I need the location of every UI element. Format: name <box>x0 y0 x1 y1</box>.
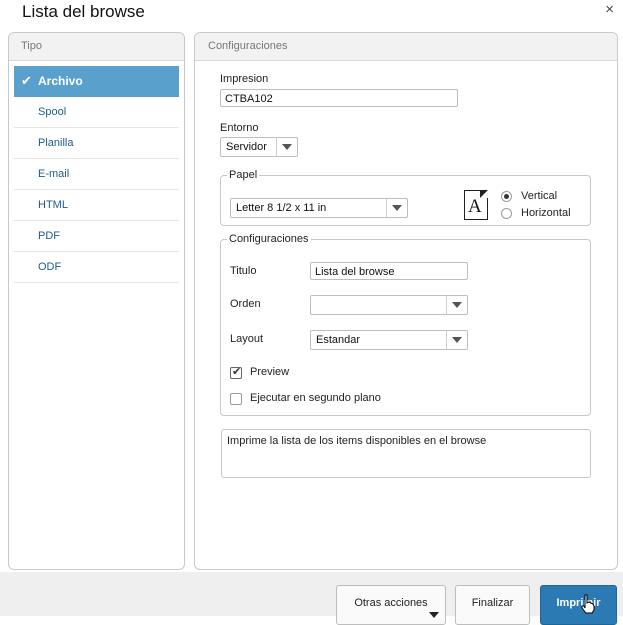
configuraciones-legend: Configuraciones <box>229 233 309 245</box>
preview-label: Preview <box>250 366 290 378</box>
preview-checkbox[interactable] <box>230 365 242 379</box>
vertical-radio[interactable] <box>501 191 512 202</box>
impresion-label: Impresion <box>220 73 269 85</box>
papel-group: Papel Letter 8 1/2 x 11 in A Vertical Ho… <box>220 169 591 226</box>
entorno-label: Entorno <box>220 122 259 134</box>
finalizar-label: Finalizar <box>471 597 514 609</box>
chevron-down-icon[interactable] <box>446 331 467 349</box>
chevron-down-icon[interactable] <box>386 199 407 217</box>
chevron-down-icon[interactable] <box>446 296 467 314</box>
segundo-plano-label: Ejecutar en segundo plano <box>250 392 381 404</box>
type-list: ✔ Archivo Spool Planilla E-mail HTML PDF… <box>9 66 184 283</box>
paper-size-value: Letter 8 1/2 x 11 in <box>236 202 327 214</box>
dialog-footer: Otras acciones Finalizar Imprimir <box>0 572 623 625</box>
type-item-label: Planilla <box>38 137 74 149</box>
horizontal-label: Horizontal <box>521 207 571 219</box>
chevron-down-icon <box>429 612 439 618</box>
horizontal-radio[interactable] <box>501 208 512 219</box>
paper-icon-letter: A <box>468 196 482 217</box>
otras-acciones-button[interactable]: Otras acciones <box>336 585 446 625</box>
type-item-label: ODF <box>38 261 62 273</box>
impresion-input[interactable]: CTBA102 <box>220 89 458 107</box>
type-panel: Tipo ✔ Archivo Spool Planilla E-mail HTM… <box>8 32 185 570</box>
type-item-label: PDF <box>38 230 60 242</box>
description-box: Imprime la lista de los items disponible… <box>221 429 591 478</box>
type-item-label: Archivo <box>38 74 83 88</box>
window-titlebar: Lista del browse × <box>0 0 623 30</box>
configuraciones-group: Configuraciones Titulo Lista del browse … <box>220 233 591 416</box>
entorno-select[interactable]: Servidor <box>220 137 298 157</box>
close-icon[interactable]: × <box>605 1 614 18</box>
type-item-odf[interactable]: ODF <box>14 252 179 283</box>
layout-select[interactable]: Estandar <box>310 330 468 350</box>
type-item-email[interactable]: E-mail <box>14 159 179 190</box>
entorno-select-value: Servidor <box>226 141 267 153</box>
type-item-archivo[interactable]: ✔ Archivo <box>14 66 179 97</box>
hand-cursor-icon <box>581 594 595 614</box>
papel-legend: Papel <box>229 169 258 181</box>
orden-select[interactable] <box>310 295 468 315</box>
layout-select-value: Estandar <box>316 334 361 346</box>
config-panel: Configuraciones Impresion CTBA102 Entorn… <box>194 32 618 570</box>
type-item-label: HTML <box>38 199 68 211</box>
titulo-label: Titulo <box>230 265 257 277</box>
segundo-plano-checkbox[interactable] <box>230 393 242 405</box>
type-item-planilla[interactable]: Planilla <box>14 128 179 159</box>
paper-size-select[interactable]: Letter 8 1/2 x 11 in <box>230 198 408 218</box>
titulo-input[interactable]: Lista del browse <box>310 262 468 280</box>
layout-label: Layout <box>230 333 264 345</box>
type-item-spool[interactable]: Spool <box>14 97 179 128</box>
imprimir-button[interactable]: Imprimir <box>540 585 617 625</box>
chevron-down-icon[interactable] <box>276 138 297 156</box>
window-title: Lista del browse <box>22 2 145 21</box>
type-panel-header: Tipo <box>9 33 184 61</box>
finalizar-button[interactable]: Finalizar <box>455 585 530 625</box>
type-item-html[interactable]: HTML <box>14 190 179 221</box>
type-item-label: Spool <box>38 106 67 118</box>
orden-label: Orden <box>230 298 261 310</box>
type-item-pdf[interactable]: PDF <box>14 221 179 252</box>
paper-orientation-icon: A <box>464 190 488 220</box>
vertical-label: Vertical <box>521 190 558 202</box>
type-item-label: E-mail <box>38 168 70 180</box>
otras-acciones-label: Otras acciones <box>354 597 428 609</box>
config-panel-header: Configuraciones <box>195 33 617 61</box>
checkmark-icon: ✔ <box>21 73 32 88</box>
